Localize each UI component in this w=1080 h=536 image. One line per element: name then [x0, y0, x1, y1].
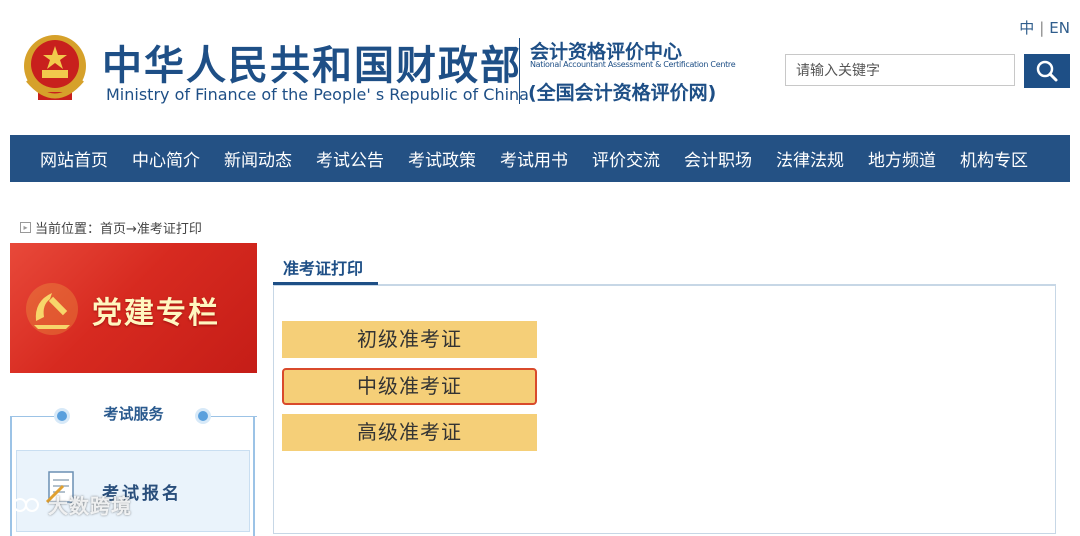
- search-input[interactable]: [785, 54, 1015, 86]
- header-divider: [519, 38, 520, 104]
- nav-item-evaluation[interactable]: 评价交流: [592, 146, 660, 171]
- breadcrumb-path[interactable]: 首页→准考证打印: [100, 218, 202, 237]
- nav-item-exam-policy[interactable]: 考试政策: [408, 146, 476, 171]
- watermark-text: 大数跨境: [48, 494, 132, 518]
- nav-item-local[interactable]: 地方频道: [868, 146, 936, 171]
- nav-item-career[interactable]: 会计职场: [684, 146, 752, 171]
- nav-item-about[interactable]: 中心简介: [132, 146, 200, 171]
- lang-zh-link[interactable]: 中: [1019, 19, 1034, 37]
- senior-ticket-button[interactable]: 高级准考证: [282, 414, 537, 451]
- ministry-title-cn: 中华人民共和国财政部: [102, 43, 522, 89]
- ministry-title-en: Ministry of Finance of the People' s Rep…: [106, 85, 529, 104]
- center-title-en: National Accountant Assessment & Certifi…: [530, 60, 736, 69]
- search-icon: [1036, 60, 1058, 82]
- breadcrumb-prefix: 当前位置：: [35, 222, 101, 237]
- nav-item-laws[interactable]: 法律法规: [776, 146, 844, 171]
- main-nav: 网站首页 中心简介 新闻动态 考试公告 考试政策 考试用书 评价交流 会计职场 …: [10, 135, 1070, 182]
- nav-item-home[interactable]: 网站首页: [40, 146, 108, 171]
- party-building-banner[interactable]: 党建专栏: [10, 243, 257, 373]
- nav-item-exam-notices[interactable]: 考试公告: [316, 146, 384, 171]
- nav-item-news[interactable]: 新闻动态: [224, 146, 292, 171]
- breadcrumb-arrow-icon: ▸: [20, 222, 31, 233]
- tab-underline: [273, 282, 378, 285]
- center-network-title: (全国会计资格评价网): [528, 82, 717, 104]
- breadcrumb: ▸ 当前位置： 首页→准考证打印: [20, 218, 202, 237]
- watermark-logo-icon: [13, 497, 39, 512]
- watermark: 大数跨境: [12, 490, 132, 519]
- tab-admission-ticket[interactable]: 准考证打印: [283, 255, 363, 279]
- party-banner-text: 党建专栏: [92, 296, 220, 331]
- nav-item-exam-books[interactable]: 考试用书: [500, 146, 568, 171]
- lang-en-link[interactable]: EN: [1049, 19, 1070, 37]
- junior-ticket-button[interactable]: 初级准考证: [282, 321, 537, 358]
- search-bar: [785, 54, 1070, 88]
- lang-separator: |: [1039, 19, 1045, 37]
- nav-item-institutions[interactable]: 机构专区: [960, 146, 1028, 171]
- intermediate-ticket-button[interactable]: 中级准考证: [282, 368, 537, 405]
- party-emblem-icon: [26, 283, 78, 335]
- language-switch: 中 | EN: [1019, 17, 1070, 38]
- national-emblem-icon: [24, 35, 86, 100]
- search-button[interactable]: [1024, 54, 1070, 88]
- service-title: 考试服务: [103, 405, 164, 423]
